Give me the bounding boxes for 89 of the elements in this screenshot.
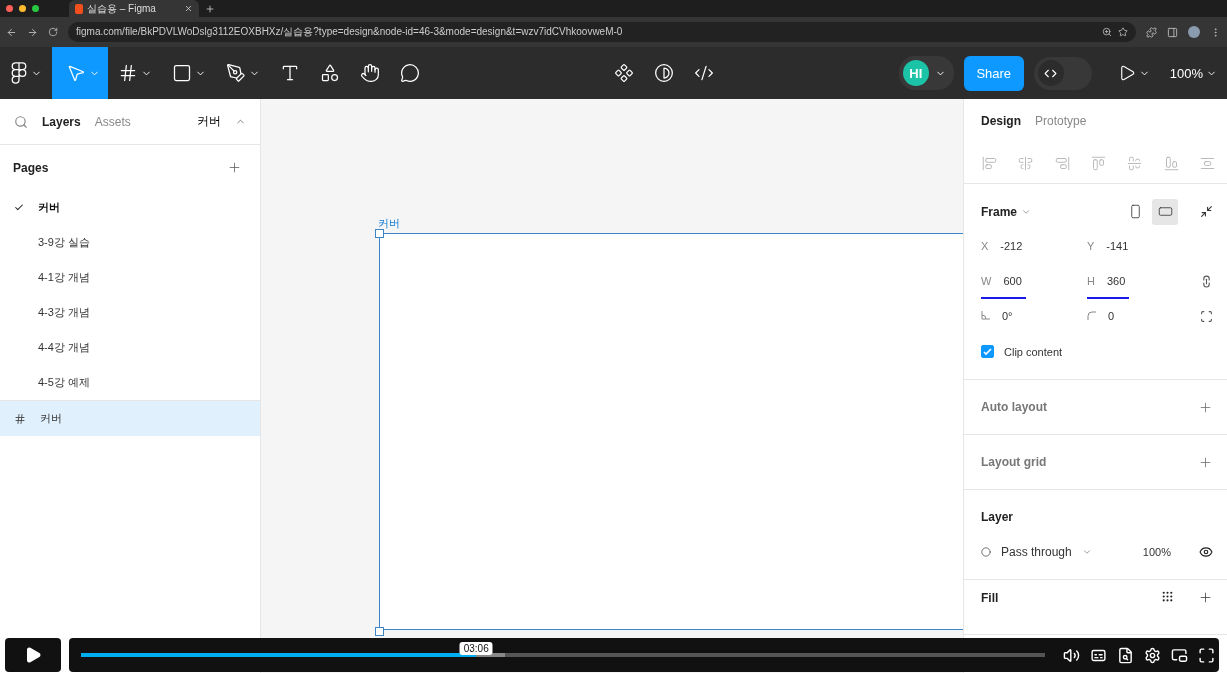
- back-icon[interactable]: [6, 26, 17, 38]
- section-title: Auto layout: [981, 400, 1047, 414]
- link-icon[interactable]: [1200, 275, 1213, 288]
- code-icon: [694, 63, 715, 83]
- number-field[interactable]: 0: [1087, 299, 1119, 334]
- pages-heading: Pages: [13, 160, 49, 175]
- panel-tab[interactable]: Assets: [94, 114, 131, 129]
- star-icon[interactable]: [1118, 27, 1128, 37]
- angle-icon: [981, 311, 990, 320]
- search-icon[interactable]: [14, 114, 28, 129]
- landscape-button[interactable]: [1152, 198, 1178, 225]
- eye-icon[interactable]: [1199, 545, 1213, 559]
- corner-radius-icon: [1087, 311, 1096, 320]
- side-panel-icon[interactable]: [1167, 26, 1178, 38]
- check-icon: [14, 202, 24, 213]
- section-title: Layer: [981, 510, 1014, 524]
- close-icon[interactable]: [184, 4, 193, 13]
- checkbox[interactable]: [981, 345, 994, 358]
- hash-icon: [14, 412, 26, 425]
- play-button[interactable]: [5, 638, 61, 672]
- number-field[interactable]: Y -141: [1087, 229, 1133, 264]
- number-field[interactable]: X -212: [981, 229, 1027, 264]
- comment-icon: [400, 63, 420, 83]
- volume-icon[interactable]: [1063, 646, 1080, 664]
- page-item[interactable]: 3-9강 실습: [0, 225, 260, 260]
- new-tab-icon[interactable]: [205, 3, 215, 14]
- window-close-control[interactable]: [6, 5, 13, 12]
- add-icon[interactable]: [1198, 454, 1213, 470]
- address-bar[interactable]: figma.com/file/BkPDVLWoDslg3112EOXBHXz/실습용?type=design&node-id=46-3&mode=design&t=wzv7idCVhkoovweM-0: [68, 22, 1136, 42]
- picture-in-picture-icon[interactable]: [1171, 646, 1188, 664]
- checkbox-label: Clip content: [1004, 345, 1063, 358]
- reload-icon[interactable]: [48, 27, 58, 37]
- opacity-value[interactable]: 100%: [1142, 546, 1171, 558]
- check-icon: [983, 347, 992, 356]
- avatar: HI: [902, 60, 929, 86]
- chevron-icon: [1081, 547, 1092, 557]
- component-icon: [614, 63, 635, 83]
- logo-icon: [10, 62, 28, 84]
- forward-icon[interactable]: [27, 26, 38, 38]
- page-item[interactable]: 커버: [0, 190, 260, 225]
- zoom-icon[interactable]: [1102, 27, 1112, 37]
- add-icon[interactable]: [227, 160, 242, 175]
- styles-icon[interactable]: [1161, 590, 1174, 603]
- resize-handle[interactable]: [375, 627, 384, 636]
- profile-icon[interactable]: [1188, 26, 1200, 38]
- panel-tab[interactable]: Design: [981, 114, 1021, 128]
- corners-icon[interactable]: [1200, 310, 1213, 323]
- window-minimize-control[interactable]: [19, 5, 26, 12]
- cursor-icon: [66, 63, 86, 83]
- zoom-menu[interactable]: 100%: [1159, 47, 1227, 99]
- page-item[interactable]: 4-1강 개념: [0, 260, 260, 295]
- timestamp-tooltip: 03:06: [459, 642, 493, 655]
- panel-tab[interactable]: Layers: [42, 114, 81, 129]
- section-title: Fill: [981, 590, 999, 605]
- page-item[interactable]: 4-5강 예제: [0, 365, 260, 400]
- page-item[interactable]: 4-4강 개념: [0, 330, 260, 365]
- wide-rectangle-icon: [1157, 204, 1173, 219]
- page-item[interactable]: 4-3강 개념: [0, 295, 260, 330]
- add-icon[interactable]: [1198, 399, 1213, 415]
- play-icon: [24, 646, 42, 664]
- panel-tab[interactable]: Prototype: [1035, 114, 1087, 128]
- dev-mode-toggle[interactable]: [1033, 56, 1092, 90]
- page-switcher[interactable]: 커버: [197, 113, 221, 130]
- logo-icon: [75, 3, 83, 14]
- number-field[interactable]: H 360: [1087, 264, 1130, 299]
- number-field[interactable]: W 600: [981, 264, 1026, 299]
- frame-label[interactable]: 커버: [378, 216, 400, 231]
- transcript-icon[interactable]: [1117, 646, 1134, 664]
- extensions-icon[interactable]: [1146, 26, 1157, 38]
- shapes-icon: [320, 63, 340, 83]
- settings-icon[interactable]: [1144, 646, 1161, 664]
- contrast-icon: [654, 63, 675, 83]
- blend-icon: [981, 547, 991, 557]
- blend-mode-dropdown[interactable]: Pass through: [1001, 545, 1072, 559]
- hash-icon: [118, 63, 138, 83]
- number-field[interactable]: 0°: [981, 299, 1017, 334]
- pen-icon: [226, 63, 246, 83]
- section-title: Layout grid: [981, 455, 1047, 469]
- hand-icon: [360, 63, 380, 83]
- add-icon[interactable]: [1198, 590, 1213, 605]
- window-zoom-control[interactable]: [32, 5, 39, 12]
- browser-tab[interactable]: 실습용 – Figma: [69, 0, 199, 17]
- shrink-icon[interactable]: [1200, 205, 1213, 218]
- resize-handle[interactable]: [375, 229, 384, 238]
- square-icon: [172, 63, 192, 83]
- text-icon: [280, 63, 300, 83]
- layer-row[interactable]: 커버: [0, 400, 260, 436]
- section-title: Frame: [981, 204, 1018, 219]
- fullscreen-icon[interactable]: [1198, 646, 1215, 664]
